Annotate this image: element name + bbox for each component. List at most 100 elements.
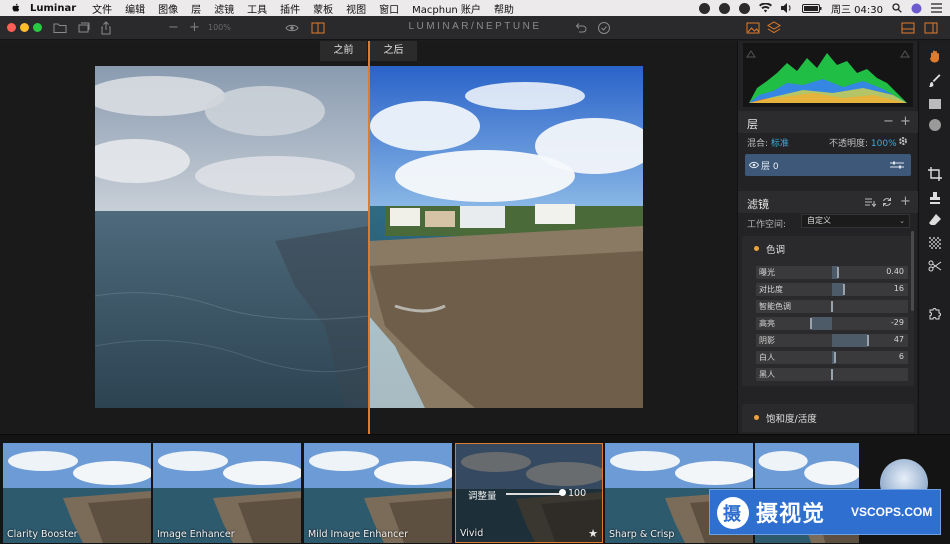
filter-saturation-title[interactable]: 饱和度/活度 [766,411,817,425]
undo-icon[interactable] [574,21,588,35]
compare-split-icon[interactable] [311,21,325,35]
slider-knob[interactable] [843,284,846,295]
opacity-value[interactable]: 100% [871,139,897,149]
slider-knob[interactable] [831,301,833,312]
gradient-mask-icon[interactable] [928,97,942,111]
tone-slider[interactable]: 黑人 [756,368,908,381]
menu-edit[interactable]: 编辑 [125,1,145,16]
image-panel-icon[interactable] [746,21,760,35]
siri-icon[interactable] [911,3,922,14]
tone-slider[interactable]: 白人 6 [756,351,908,364]
layer-adjust-icon[interactable] [890,160,904,170]
apple-icon[interactable] [10,2,22,14]
zoom-value[interactable]: 100% [208,23,231,32]
slider-knob[interactable] [837,267,840,278]
filter-presets-icon[interactable] [865,197,876,207]
slider-value[interactable]: 6 [899,352,904,361]
amount-label: 调整量 [468,491,497,502]
menu-filter[interactable]: 滤镜 [214,1,234,16]
menu-app-name[interactable]: Luminar [30,3,76,14]
gear-icon[interactable] [898,136,908,146]
preset-thumbnail[interactable]: 调整量 100 ★ Vivid [455,443,603,543]
slider-knob[interactable] [809,318,812,329]
preset-thumbnail[interactable]: Image Enhancer [153,443,301,543]
noise-texture-icon[interactable] [928,236,942,250]
fullscreen-window-button[interactable] [33,23,42,32]
notification-center-icon[interactable] [931,3,942,13]
radial-mask-icon[interactable] [928,118,942,132]
close-window-button[interactable] [7,23,16,32]
clone-stamp-icon[interactable] [928,191,942,205]
wifi-icon[interactable] [759,3,772,13]
status-app-icon[interactable] [739,2,750,14]
status-app-icon[interactable] [719,2,730,14]
menu-view[interactable]: 视图 [346,1,366,16]
menu-tools[interactable]: 工具 [247,1,267,16]
layer-row-selected[interactable]: 层 0 [745,154,911,176]
blend-mode-select[interactable]: 标准 [771,139,789,149]
slider-value[interactable]: 16 [894,284,904,293]
remove-layer-button[interactable]: − [883,114,894,129]
amount-slider-knob[interactable] [559,489,566,496]
slider-knob[interactable] [867,335,870,346]
filter-active-dot[interactable] [754,415,759,420]
brush-icon[interactable] [928,74,942,88]
menubar-clock[interactable]: 周三 04:30 [831,1,883,16]
open-folder-icon[interactable] [53,21,67,35]
filter-active-dot[interactable] [754,246,759,251]
tone-slider[interactable]: 高亮 -29 [756,317,908,330]
search-icon[interactable] [892,3,902,13]
zoom-in-button[interactable]: + [189,20,200,35]
menu-mask[interactable]: 蒙板 [313,1,333,16]
history-check-icon[interactable] [597,21,611,35]
status-app-icon[interactable] [699,2,710,14]
hand-tool-icon[interactable] [928,49,942,63]
preset-thumbnail[interactable]: Clarity Booster [3,443,151,543]
layers-panel-icon[interactable] [767,21,781,35]
menu-layer[interactable]: 层 [191,1,201,16]
minimize-window-button[interactable] [20,23,29,32]
puzzle-plugin-icon[interactable] [928,306,942,320]
filter-tone-title[interactable]: 色调 [766,242,785,256]
layers-stack-icon[interactable] [77,21,91,35]
menu-help[interactable]: 帮助 [494,1,514,16]
filter-tone: 色调 曝光 0.40 对比度 16 智能色调高亮 -29 阴影 47 白人 6 黑人 [742,236,914,386]
image-canvas[interactable]: 之前 之后 [0,41,737,434]
panel-scrollbar[interactable] [911,231,914,311]
refresh-icon[interactable] [882,197,892,207]
favorite-star-icon[interactable]: ★ [588,527,598,540]
share-icon[interactable] [99,21,113,35]
volume-icon[interactable] [781,3,793,13]
slider-value[interactable]: -29 [891,318,904,327]
add-filter-button[interactable]: + [900,194,911,209]
eraser-icon[interactable] [928,213,942,227]
zoom-out-button[interactable]: − [168,20,179,35]
panel-layout-icon[interactable] [901,21,915,35]
menu-plugins[interactable]: 插件 [280,1,300,16]
menu-image[interactable]: 图像 [158,1,178,16]
slider-knob[interactable] [831,369,833,380]
scissors-icon[interactable] [928,259,942,273]
battery-icon[interactable] [802,3,822,13]
slider-value[interactable]: 47 [894,335,904,344]
preset-thumbnail[interactable]: Mild Image Enhancer [304,443,452,543]
slider-value[interactable]: 0.40 [886,267,904,276]
tone-slider[interactable]: 曝光 0.40 [756,266,908,279]
tone-slider[interactable]: 智能色调 [756,300,908,313]
amount-slider[interactable] [506,493,562,495]
tone-slider[interactable]: 对比度 16 [756,283,908,296]
add-layer-button[interactable]: + [900,114,911,129]
menu-window[interactable]: 窗口 [379,1,399,16]
workspace-select[interactable]: 自定义 ⌄ [801,214,910,228]
eye-visibility-icon[interactable] [749,161,759,169]
eye-preview-icon[interactable] [285,21,299,35]
crop-icon[interactable] [928,167,942,181]
slider-knob[interactable] [834,352,837,363]
filters-title: 滤镜 [747,198,769,211]
opacity-label: 不透明度: [829,139,869,149]
menu-file[interactable]: 文件 [92,1,112,16]
sidebar-toggle-icon[interactable] [924,21,938,35]
menu-account[interactable]: Macphun 账户 [412,1,481,16]
before-after-split-handle[interactable] [368,41,370,434]
tone-slider[interactable]: 阴影 47 [756,334,908,347]
